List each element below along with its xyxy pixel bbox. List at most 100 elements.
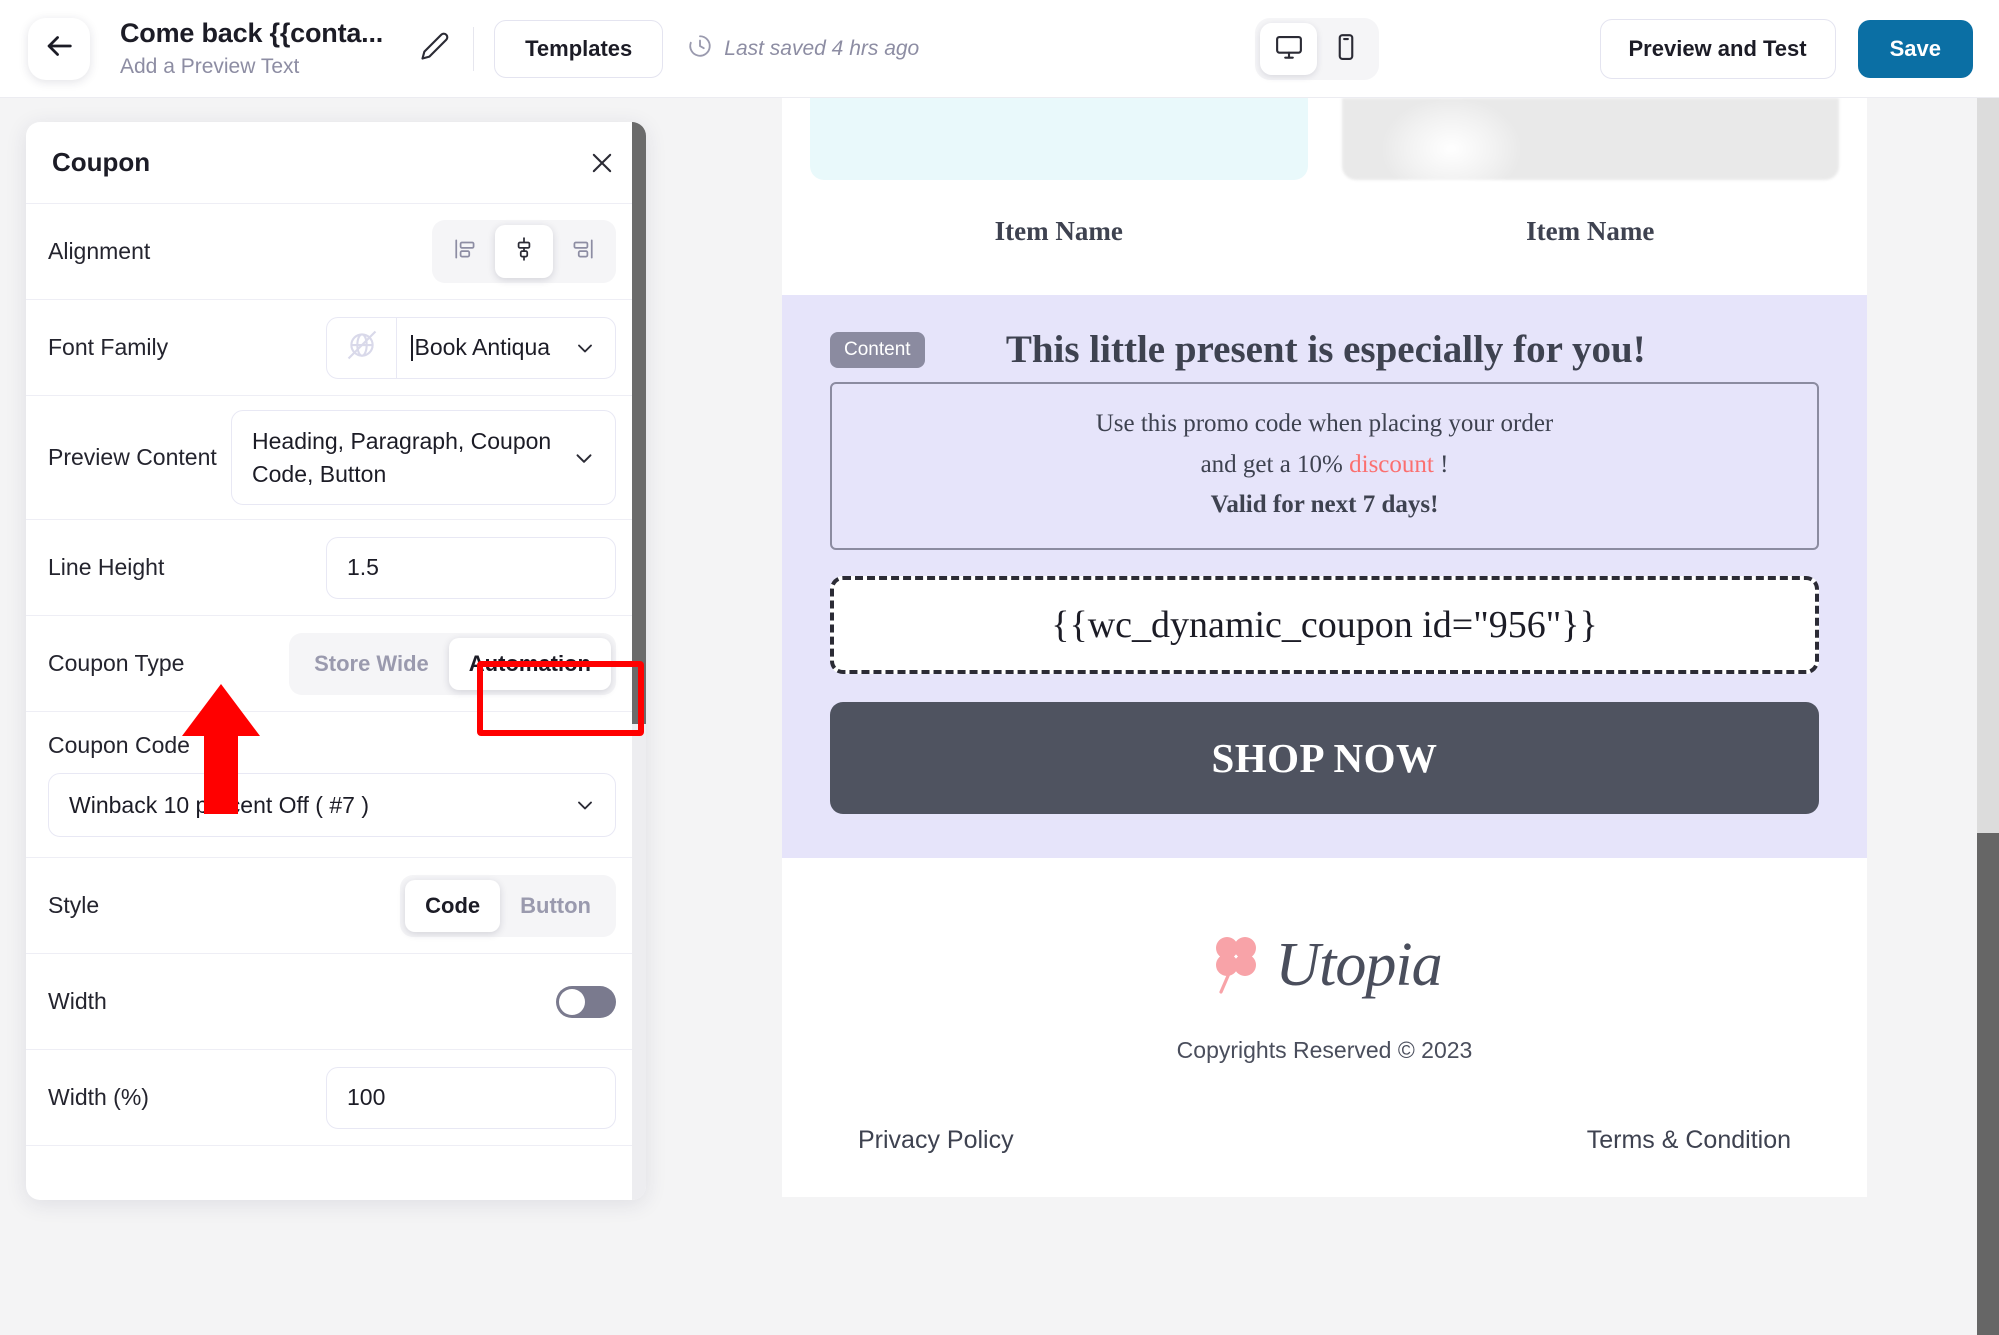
close-panel-button[interactable] xyxy=(588,149,616,177)
style-row: Style Code Button xyxy=(26,858,646,954)
product-item[interactable]: Item Name xyxy=(1341,98,1839,295)
coupon-code-label: Coupon Code xyxy=(48,732,190,758)
chevron-down-icon[interactable] xyxy=(573,336,597,360)
panel-scrollbar-thumb[interactable] xyxy=(632,122,646,724)
last-saved-status: Last saved 4 hrs ago xyxy=(687,33,919,65)
width-percent-input[interactable]: 100 xyxy=(326,1066,616,1129)
brand-name: Utopia xyxy=(1275,930,1442,999)
promo-prefix: and get a 10% xyxy=(1200,450,1350,478)
width-toggle-label: Width xyxy=(48,988,107,1014)
preview-and-test-button[interactable]: Preview and Test xyxy=(1599,19,1836,79)
toolbar-actions: Preview and Test Save xyxy=(1599,19,1973,79)
email-preview-canvas: Item Name Item Name Content This little … xyxy=(646,98,1999,1237)
preview-content-select[interactable]: Heading, Paragraph, Coupon Code, Button xyxy=(231,410,616,505)
font-globe-toggle[interactable] xyxy=(327,317,397,378)
align-right-icon xyxy=(569,236,595,267)
align-left-button[interactable] xyxy=(437,225,495,278)
clover-icon xyxy=(1207,932,1267,999)
product-name: Item Name xyxy=(1526,216,1655,246)
discount-highlight: discount xyxy=(1349,450,1434,478)
product-item[interactable]: Item Name xyxy=(810,98,1308,295)
panel-title: Coupon xyxy=(52,147,151,177)
coupon-type-automation-button[interactable]: Automation xyxy=(448,637,611,690)
font-family-value: Book Antiqua xyxy=(414,334,551,360)
promo-line-3: Valid for next 7 days! xyxy=(1210,491,1439,518)
promo-paragraph[interactable]: Use this promo code when placing your or… xyxy=(830,382,1819,550)
style-button-button[interactable]: Button xyxy=(500,880,611,932)
line-height-label: Line Height xyxy=(48,554,165,580)
coupon-code-value: Winback 10 percent Off ( #7 ) xyxy=(69,791,369,818)
coupon-heading-row: Content This little present is especiall… xyxy=(830,327,1819,372)
product-image xyxy=(810,98,1308,180)
page-scrollbar-track[interactable] xyxy=(1977,98,1999,1335)
preview-content-value: Heading, Paragraph, Coupon Code, Button xyxy=(252,428,552,487)
coupon-type-store-wide-button[interactable]: Store Wide xyxy=(294,638,449,690)
page-scrollbar-thumb[interactable] xyxy=(1977,833,1999,1335)
coupon-heading[interactable]: This little present is especially for yo… xyxy=(943,327,1709,372)
next-setting-row xyxy=(26,1146,646,1200)
promo-line-1: Use this promo code when placing your or… xyxy=(1095,410,1554,437)
align-center-icon xyxy=(511,236,537,267)
privacy-policy-link[interactable]: Privacy Policy xyxy=(858,1126,1014,1155)
shop-now-button[interactable]: SHOP NOW xyxy=(830,701,1819,814)
last-saved-text: Last saved 4 hrs ago xyxy=(724,36,920,60)
top-toolbar: Come back {{conta... Add a Preview Text … xyxy=(0,0,1999,98)
coupon-code-select[interactable]: Winback 10 percent Off ( #7 ) xyxy=(48,773,616,837)
product-name: Item Name xyxy=(994,216,1123,246)
mobile-icon xyxy=(1331,32,1361,67)
edit-title-button[interactable] xyxy=(413,27,457,71)
templates-button[interactable]: Templates xyxy=(494,19,664,78)
align-left-icon xyxy=(453,236,479,267)
desktop-icon xyxy=(1274,32,1304,67)
chevron-down-icon[interactable] xyxy=(573,793,597,817)
page-title: Come back {{conta... xyxy=(120,17,384,48)
pencil-icon xyxy=(420,31,450,66)
toolbar-divider xyxy=(473,26,475,71)
document-title-block: Come back {{conta... Add a Preview Text xyxy=(120,18,383,79)
font-family-row: Font Family Book Antiqua xyxy=(26,300,646,396)
width-toggle[interactable] xyxy=(556,985,616,1018)
coupon-code-row: Coupon Code Winback 10 percent Off ( #7 … xyxy=(26,712,646,858)
globe-disabled-icon xyxy=(345,328,379,367)
font-family-value-wrap[interactable]: Book Antiqua xyxy=(397,318,615,378)
brand-logo: Utopia xyxy=(842,930,1807,1001)
alignment-row: Alignment xyxy=(26,204,646,300)
width-percent-label: Width (%) xyxy=(48,1084,149,1110)
width-toggle-row: Width xyxy=(26,954,646,1050)
align-center-button[interactable] xyxy=(495,225,553,278)
chevron-down-icon[interactable] xyxy=(571,445,597,471)
arrow-left-icon xyxy=(42,29,76,68)
promo-suffix: ! xyxy=(1433,450,1449,478)
line-height-input[interactable]: 1.5 xyxy=(326,536,616,599)
panel-header: Coupon xyxy=(26,122,646,204)
back-button[interactable] xyxy=(28,17,90,80)
save-button[interactable]: Save xyxy=(1857,20,1973,78)
preview-content-row: Preview Content Heading, Paragraph, Coup… xyxy=(26,396,646,520)
preview-text-label[interactable]: Add a Preview Text xyxy=(120,55,383,79)
text-caret xyxy=(411,334,413,361)
desktop-preview-button[interactable] xyxy=(1260,23,1317,75)
style-code-button[interactable]: Code xyxy=(405,879,501,932)
coupon-type-row: Coupon Type Store Wide Automation xyxy=(26,616,646,712)
coupon-block[interactable]: Content This little present is especiall… xyxy=(782,295,1867,858)
clock-icon xyxy=(687,33,713,65)
device-preview-switch xyxy=(1255,18,1379,80)
width-percent-row: Width (%) 100 xyxy=(26,1050,646,1146)
line-height-row: Line Height 1.5 xyxy=(26,520,646,616)
promo-line-2: and get a 10% discount ! xyxy=(852,445,1797,486)
terms-condition-link[interactable]: Terms & Condition xyxy=(1587,1126,1791,1155)
alignment-segmented-control xyxy=(432,220,616,283)
email-body: Item Name Item Name Content This little … xyxy=(782,98,1867,1197)
align-right-button[interactable] xyxy=(553,225,611,278)
preview-content-label: Preview Content xyxy=(48,444,217,470)
style-label: Style xyxy=(48,892,100,918)
mobile-preview-button[interactable] xyxy=(1317,23,1374,75)
font-family-label: Font Family xyxy=(48,334,169,360)
email-footer: Utopia Copyrights Reserved © 2023 Privac… xyxy=(782,857,1867,1197)
coupon-type-segmented-control: Store Wide Automation xyxy=(289,632,616,695)
close-icon xyxy=(588,153,616,181)
alignment-label: Alignment xyxy=(48,238,151,264)
font-family-control[interactable]: Book Antiqua xyxy=(326,316,616,379)
panel-scrollbar-track[interactable] xyxy=(632,122,646,1200)
coupon-code-display[interactable]: {{wc_dynamic_coupon id="956"}} xyxy=(830,575,1819,674)
